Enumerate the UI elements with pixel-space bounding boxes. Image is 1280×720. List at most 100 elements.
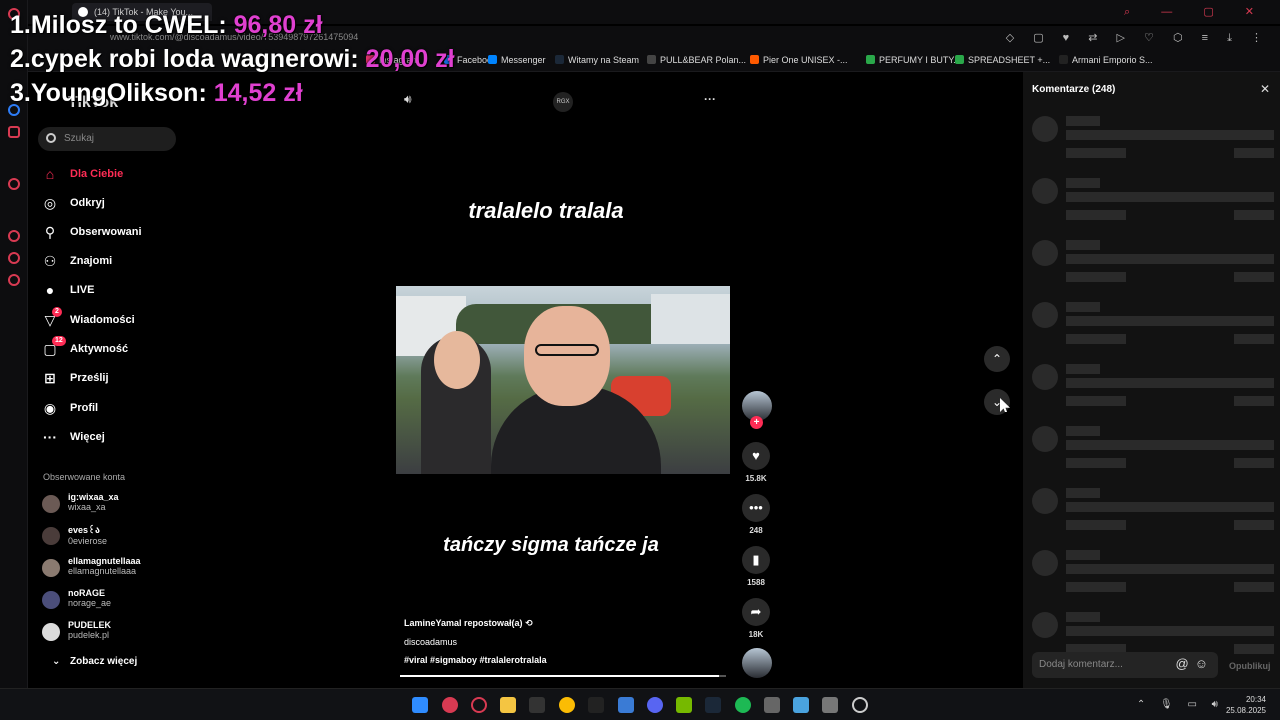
more-options-icon[interactable]: ··· xyxy=(704,92,716,106)
extension-icons[interactable]: ◇ ▢ ♥ ⇄ ▷ ♡ ⬡ ≡ ⤓ ⋮ xyxy=(1006,31,1270,45)
bookmark-item[interactable]: Witamy na Steam xyxy=(555,55,639,65)
music-icon[interactable] xyxy=(8,178,20,190)
nav-item-obserwowani[interactable]: ⚲ Obserwowani xyxy=(42,222,142,242)
comment-input[interactable]: Dodaj komentarz... @☺ xyxy=(1032,652,1218,678)
bookmark-item[interactable]: Armani Emporio S... xyxy=(1059,55,1153,65)
app-icon[interactable] xyxy=(588,697,604,713)
bookmark-item[interactable]: Pier One UNISEX -... xyxy=(750,55,848,65)
nvidia-icon[interactable] xyxy=(676,697,692,713)
comment-skeleton xyxy=(1032,116,1276,162)
post-comment-button[interactable]: Opublikuj xyxy=(1229,661,1271,671)
obs-icon[interactable] xyxy=(852,697,868,713)
user-follow-icon: ⚲ xyxy=(44,224,56,240)
heart-icon[interactable]: ♥ xyxy=(742,442,770,470)
discord-icon[interactable] xyxy=(647,697,663,713)
nav-item-profil[interactable]: ◉ Profil xyxy=(42,398,98,418)
bookmark-item[interactable]: SPREADSHEET +... xyxy=(955,55,1050,65)
bookmark-item[interactable]: PERFUMY I BUTY... xyxy=(866,55,961,65)
nav-item-odkryj[interactable]: ◎ Odkryj xyxy=(42,193,105,213)
video-player[interactable] xyxy=(396,286,730,474)
bookmark-item[interactable]: PULL&BEAR Polan... xyxy=(647,55,746,65)
file-explorer-icon[interactable] xyxy=(500,697,516,713)
comment-bubble-icon[interactable]: ••• xyxy=(742,494,770,522)
bookmark-item[interactable]: Messenger xyxy=(488,55,546,65)
photos-icon[interactable] xyxy=(618,697,634,713)
ranking-name: Milosz to CWEL: xyxy=(30,11,227,39)
ranking-name: YoungOlikson: xyxy=(30,79,207,107)
like-action[interactable]: ♥ 15.8K xyxy=(740,442,772,483)
skeleton-avatar xyxy=(1032,426,1058,452)
opera-icon[interactable] xyxy=(471,697,487,713)
taskbar-clock[interactable]: 20:34 25.08.2025 xyxy=(1226,694,1266,716)
bookmark-icon[interactable]: ▮ xyxy=(742,546,770,574)
share-action[interactable]: ➦ 18K xyxy=(740,598,772,639)
bookmark-label: PULL&BEAR Polan... xyxy=(660,55,747,65)
close-icon[interactable]: ✕ xyxy=(1260,82,1270,96)
spotify-icon[interactable] xyxy=(735,697,751,713)
skeleton-line xyxy=(1066,240,1100,250)
video-glasses xyxy=(535,344,599,356)
skeleton-line xyxy=(1066,272,1126,282)
repost-user[interactable]: LamineYamal xyxy=(404,618,462,628)
opera-gx-icon[interactable] xyxy=(442,697,458,713)
hashtags[interactable]: #viral #sigmaboy #tralalerotralala xyxy=(404,655,547,665)
save-action[interactable]: ▮ 1588 xyxy=(740,546,772,587)
nav-item-znajomi[interactable]: ⚇ Znajomi xyxy=(42,251,112,271)
previous-video-chevron-up-icon[interactable]: ⌃ xyxy=(984,346,1010,372)
followed-account[interactable]: noRAGE norage_ae xyxy=(42,588,111,614)
instagram-icon[interactable] xyxy=(8,126,20,138)
followed-account[interactable]: ellamagnutellaaa ellamagnutellaaa xyxy=(42,556,141,582)
skeleton-line xyxy=(1066,550,1100,560)
settings-app-icon[interactable] xyxy=(793,697,809,713)
notion-icon[interactable] xyxy=(529,697,545,713)
skeleton-avatar xyxy=(1032,550,1058,576)
nav-item-wiadomo-ci[interactable]: ▽ 2 Wiadomości xyxy=(42,307,135,330)
settings-gear-icon[interactable] xyxy=(8,274,20,286)
comment-skeleton xyxy=(1032,550,1276,596)
follow-plus-icon[interactable]: + xyxy=(750,416,763,429)
mention-emoji-icons[interactable]: @☺ xyxy=(1176,656,1214,671)
window-controls[interactable]: ⌕ — ▢ ✕ xyxy=(1124,5,1268,19)
comments-title: Komentarze (248) xyxy=(1032,84,1116,95)
steam-icon[interactable] xyxy=(705,697,721,713)
ranking-amount: 14,52 zł xyxy=(213,79,303,107)
bookmark-favicon-icon xyxy=(955,55,964,64)
followed-account[interactable]: eves꒰ა 0evierose xyxy=(42,524,107,550)
see-more-button[interactable]: ⌄ Zobacz więcej xyxy=(46,656,137,667)
bookmark-favicon-icon xyxy=(1059,55,1068,64)
history-icon[interactable] xyxy=(8,230,20,242)
chrome-icon[interactable] xyxy=(559,697,575,713)
home-icon: ⌂ xyxy=(45,166,55,182)
nav-item-wi-cej[interactable]: ··· Więcej xyxy=(42,427,105,447)
followed-account[interactable]: ig:wixaa_xa wixaa_xa xyxy=(42,492,119,518)
search-input[interactable]: Szukaj xyxy=(38,127,176,151)
nav-badge: 12 xyxy=(52,336,66,346)
skeleton-line xyxy=(1066,458,1126,468)
followed-account[interactable]: PUDELEK pudelek.pl xyxy=(42,620,111,646)
save-count: 1588 xyxy=(747,578,765,587)
music-disc-avatar[interactable] xyxy=(742,648,772,678)
nav-item-live[interactable]: ● LIVE xyxy=(42,280,95,300)
share-arrow-icon[interactable]: ➦ xyxy=(742,598,770,626)
snipping-tool-icon[interactable] xyxy=(822,697,838,713)
nav-label: Profil xyxy=(70,402,99,414)
skeleton-line xyxy=(1234,334,1274,344)
calculator-icon[interactable] xyxy=(764,697,780,713)
repost-line[interactable]: LamineYamal repostował(a) ⟲ xyxy=(404,618,547,629)
nav-item-aktywno-[interactable]: ▢ 12 Aktywność xyxy=(42,336,128,359)
more-icon: ··· xyxy=(43,429,57,445)
account-handle: norage_ae xyxy=(68,598,112,608)
windows-start-icon[interactable] xyxy=(412,697,428,713)
rgx-badge[interactable]: RGX xyxy=(553,92,573,112)
video-progress-bar[interactable] xyxy=(400,675,726,677)
system-tray-icons[interactable]: ⌃ 🎙︎ ▭ 🔊︎ xyxy=(1137,699,1224,710)
author-name[interactable]: discoadamus xyxy=(404,637,547,647)
extensions-icon[interactable] xyxy=(8,252,20,264)
nav-label: Prześlij xyxy=(70,372,109,384)
compass-icon: ◎ xyxy=(43,195,57,211)
nav-item-prze-lij[interactable]: ⊞ Prześlij xyxy=(42,368,109,388)
nav-item-dla-ciebie[interactable]: ⌂ Dla Ciebie xyxy=(42,164,123,184)
caption-bottom: tańczy sigma tańcze ja xyxy=(443,534,659,556)
comment-action[interactable]: ••• 248 xyxy=(740,494,772,535)
repost-text: repostował(a) xyxy=(464,618,523,628)
